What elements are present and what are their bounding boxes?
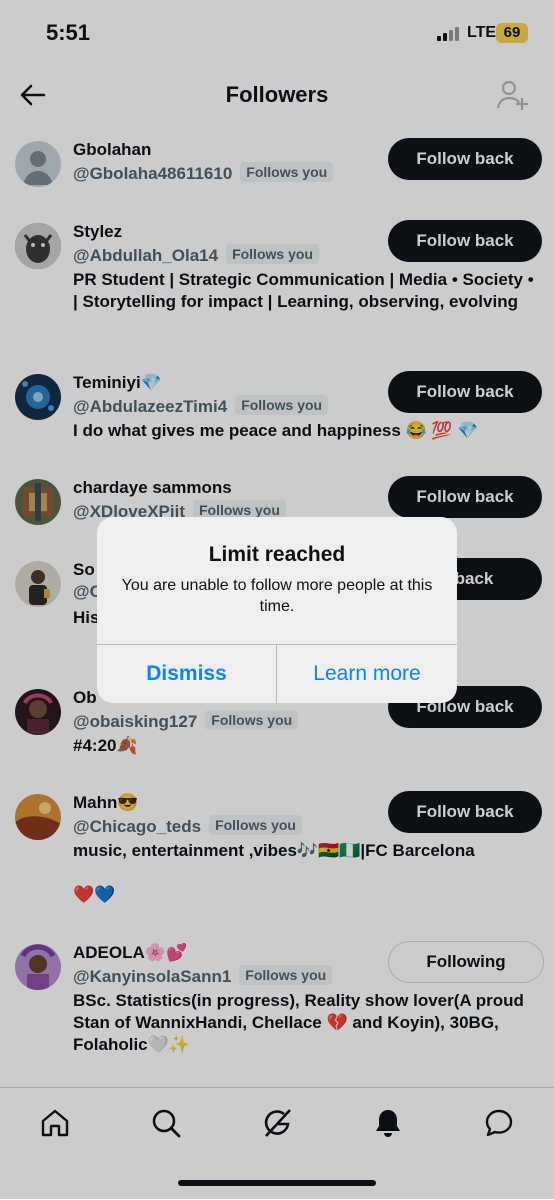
followers-page: 5:51 LTE 69 Followers Gbolahan @Gbolaha4… (0, 0, 554, 1200)
dialog-title: Limit reached (208, 543, 346, 566)
dismiss-button[interactable]: Dismiss (97, 645, 276, 703)
dialog-message: You are unable to follow more people at … (121, 577, 433, 615)
limit-reached-dialog: Limit reached You are unable to follow m… (97, 517, 457, 703)
learn-more-button[interactable]: Learn more (277, 645, 457, 703)
